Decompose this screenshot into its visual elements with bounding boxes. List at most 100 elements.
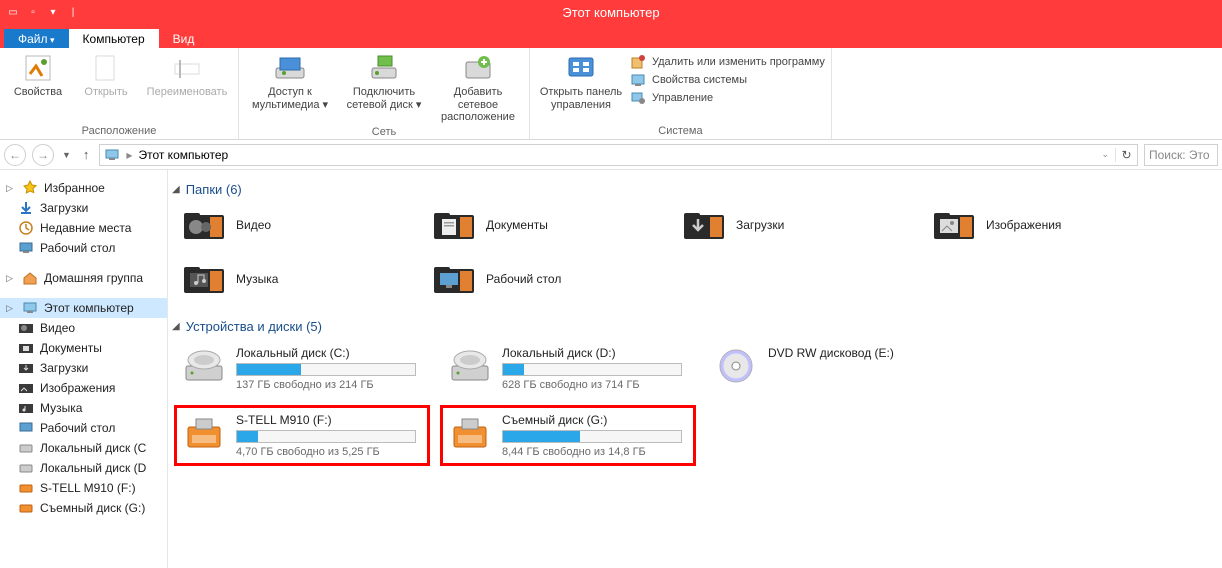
- address-location: Этот компьютер: [138, 148, 228, 162]
- system-properties-button[interactable]: Свойства системы: [630, 72, 825, 88]
- sidebar-item-disk-c[interactable]: Локальный диск (C: [0, 438, 167, 458]
- control-panel-icon: [565, 52, 597, 84]
- sidebar-item-disk-g[interactable]: Съемный диск (G:): [0, 498, 167, 518]
- sidebar-computer-header[interactable]: ▷ Этот компьютер: [0, 298, 167, 318]
- open-button[interactable]: Открыть: [74, 50, 138, 99]
- folder-item[interactable]: Изображения: [926, 203, 1162, 247]
- rename-icon: [171, 52, 203, 84]
- documents-folder-icon: [18, 340, 34, 356]
- manage-button[interactable]: Управление: [630, 90, 825, 106]
- ribbon-group-network: Доступ кмультимедиа ▾ Подключитьсетевой …: [239, 48, 530, 139]
- folder-name: Изображения: [986, 218, 1061, 232]
- qat-divider: |: [64, 3, 82, 21]
- tab-computer[interactable]: Компьютер: [69, 29, 159, 48]
- folder-item[interactable]: Загрузки: [676, 203, 912, 247]
- drive-free-text: 137 ГБ свободно из 214 ГБ: [236, 379, 422, 391]
- capacity-bar: [502, 363, 682, 376]
- sidebar-item-recent[interactable]: Недавние места: [0, 218, 167, 238]
- capacity-bar: [236, 363, 416, 376]
- capacity-bar: [502, 430, 682, 443]
- map-drive-button[interactable]: Подключитьсетевой диск ▾: [339, 50, 429, 111]
- folders-section-header[interactable]: ◢ Папки (6): [172, 178, 1218, 203]
- homegroup-icon: [22, 270, 38, 286]
- sidebar-item-videos[interactable]: Видео: [0, 318, 167, 338]
- rename-button[interactable]: Переименовать: [142, 50, 232, 99]
- drive-name: DVD RW дисковод (E:): [768, 346, 954, 360]
- control-panel-button[interactable]: Открыть панельуправления: [536, 50, 626, 111]
- address-dropdown-icon[interactable]: ⌄: [1101, 149, 1109, 160]
- up-button[interactable]: ↑: [79, 147, 94, 162]
- drive-item[interactable]: Съемный диск (G:)8,44 ГБ свободно из 14,…: [442, 407, 694, 464]
- properties-button[interactable]: Свойства: [6, 50, 70, 99]
- ribbon: Свойства Открыть Переименовать Расположе…: [0, 48, 1222, 140]
- drive-name: Локальный диск (D:): [502, 346, 688, 360]
- hdd-icon: [18, 460, 34, 476]
- collapse-icon: ◢: [172, 184, 180, 195]
- open-icon: [90, 52, 122, 84]
- ribbon-group-location: Свойства Открыть Переименовать Расположе…: [0, 48, 239, 139]
- ribbon-tabs: Файл Компьютер Вид: [0, 24, 1222, 48]
- sidebar-item-disk-f[interactable]: S-TELL M910 (F:): [0, 478, 167, 498]
- tab-file[interactable]: Файл: [4, 29, 69, 48]
- sidebar-item-disk-d[interactable]: Локальный диск (D: [0, 458, 167, 478]
- sidebar-favorites-header[interactable]: ▷ Избранное: [0, 178, 167, 198]
- sidebar-item-downloads2[interactable]: Загрузки: [0, 358, 167, 378]
- desktop-folder-icon: [18, 420, 34, 436]
- collapse-icon: ◢: [172, 321, 180, 332]
- properties-icon: [22, 52, 54, 84]
- sidebar-homegroup-header[interactable]: ▷ Домашняя группа: [0, 268, 167, 288]
- sidebar-item-documents[interactable]: Документы: [0, 338, 167, 358]
- drive-name: S-TELL M910 (F:): [236, 413, 422, 427]
- folder-name: Загрузки: [736, 218, 784, 232]
- folder-name: Документы: [486, 218, 548, 232]
- sidebar-item-desktop2[interactable]: Рабочий стол: [0, 418, 167, 438]
- drive-free-text: 628 ГБ свободно из 714 ГБ: [502, 379, 688, 391]
- qat-icon-3[interactable]: ▾: [44, 3, 62, 21]
- ribbon-group-system: Открыть панельуправления Удалить или изм…: [530, 48, 832, 139]
- sidebar-item-downloads[interactable]: Загрузки: [0, 198, 167, 218]
- search-box[interactable]: Поиск: Это: [1144, 144, 1218, 166]
- navigation-bar: ← → ▼ ↑ ▸ Этот компьютер ⌄ ↻ Поиск: Это: [0, 140, 1222, 170]
- computer-icon: [104, 147, 120, 163]
- folders-grid: Видео Документы Загрузки Изображения Музыка Р…: [172, 203, 1218, 301]
- refresh-button[interactable]: ↻: [1115, 148, 1133, 162]
- title-bar: ▭ ▫ ▾ | Этот компьютер: [0, 0, 1222, 24]
- forward-button[interactable]: →: [32, 144, 54, 166]
- folder-item[interactable]: Рабочий стол: [426, 257, 662, 301]
- recent-icon: [18, 220, 34, 236]
- sidebar-item-desktop[interactable]: Рабочий стол: [0, 238, 167, 258]
- drive-free-text: 8,44 ГБ свободно из 14,8 ГБ: [502, 446, 688, 458]
- drive-item[interactable]: DVD RW дисковод (E:): [708, 340, 960, 397]
- sidebar-item-pictures[interactable]: Изображения: [0, 378, 167, 398]
- drive-item[interactable]: Локальный диск (C:) 137 ГБ свободно из 21…: [176, 340, 428, 397]
- hdd-icon: [18, 440, 34, 456]
- folder-name: Видео: [236, 218, 271, 232]
- address-bar[interactable]: ▸ Этот компьютер ⌄ ↻: [99, 144, 1138, 166]
- tab-view[interactable]: Вид: [159, 29, 209, 48]
- history-dropdown[interactable]: ▼: [60, 150, 73, 160]
- add-network-location-button[interactable]: Добавить сетевоерасположение: [433, 50, 523, 124]
- drive-item[interactable]: Локальный диск (D:) 628 ГБ свободно из 71…: [442, 340, 694, 397]
- devices-section-header[interactable]: ◢ Устройства и диски (5): [172, 315, 1218, 340]
- uninstall-icon: [630, 54, 646, 70]
- media-icon: [274, 52, 306, 84]
- back-button[interactable]: ←: [4, 144, 26, 166]
- sidebar-item-music[interactable]: Музыка: [0, 398, 167, 418]
- folder-item[interactable]: Музыка: [176, 257, 412, 301]
- usb-icon: [18, 480, 34, 496]
- folder-item[interactable]: Документы: [426, 203, 662, 247]
- downloads-icon: [18, 200, 34, 216]
- system-properties-icon: [630, 72, 646, 88]
- drive-name: Локальный диск (C:): [236, 346, 422, 360]
- folder-name: Музыка: [236, 272, 278, 286]
- drive-item[interactable]: S-TELL M910 (F:) 4,70 ГБ свободно из 5,25…: [176, 407, 428, 464]
- qat-icon-1[interactable]: ▭: [4, 3, 22, 21]
- folder-name: Рабочий стол: [486, 272, 561, 286]
- uninstall-program-button[interactable]: Удалить или изменить программу: [630, 54, 825, 70]
- media-access-button[interactable]: Доступ кмультимедиа ▾: [245, 50, 335, 111]
- qat-icon-2[interactable]: ▫: [24, 3, 42, 21]
- folder-item[interactable]: Видео: [176, 203, 412, 247]
- drive-free-text: 4,70 ГБ свободно из 5,25 ГБ: [236, 446, 422, 458]
- music-folder-icon: [18, 400, 34, 416]
- pictures-folder-icon: [18, 380, 34, 396]
